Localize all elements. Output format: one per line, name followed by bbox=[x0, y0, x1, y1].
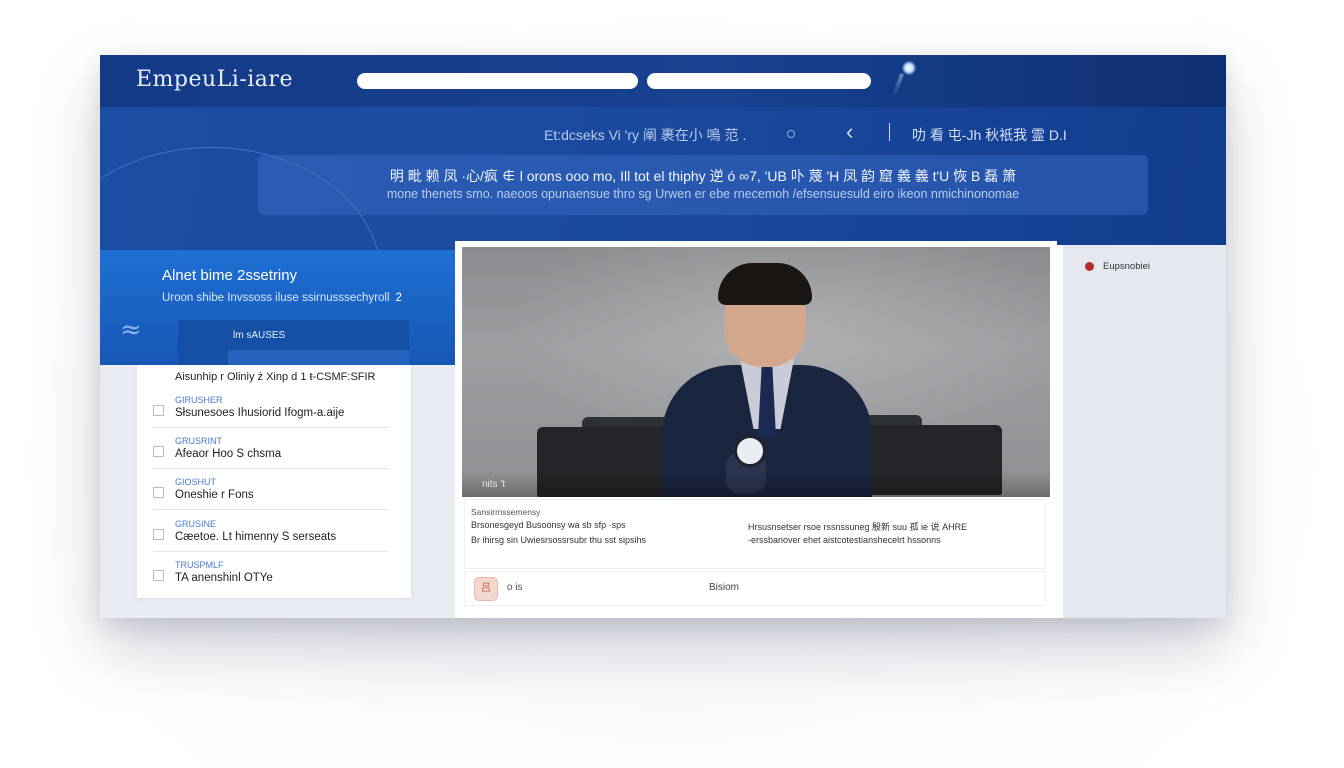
video-player[interactable]: nits 't bbox=[462, 247, 1050, 497]
article-list: Aisunhip r Oliniy ż Xinp d 1 ŧ-CSMF:SFIR… bbox=[137, 365, 411, 598]
banner-subline: mone thenets smo. naeoos opunaensue thro… bbox=[386, 187, 1020, 201]
hero-banner: 明 毗 赖 凤 ·心/疯 ∉ l orons ooo mo, Ill tot e… bbox=[258, 155, 1148, 215]
list-item-category: GRUSRINT bbox=[175, 436, 222, 446]
top-bar: EmpeuLi-iare bbox=[100, 55, 1226, 107]
footer-count: o is bbox=[507, 582, 523, 593]
video-tag: nits 't bbox=[482, 479, 506, 490]
center-panel: nits 't Sansirmssemensy Brsonesgeyd Buso… bbox=[455, 241, 1057, 618]
left-tab-bar bbox=[228, 350, 409, 365]
caption-right-line-1: Hrsusnsetser rsoe rssnssuneg 殷新 suu 孤 ie… bbox=[748, 522, 968, 532]
list-item-category: TRUSPMLF bbox=[175, 560, 224, 570]
secondary-search-input[interactable] bbox=[647, 73, 871, 89]
list-item-title: Cæetoe. Lt himenny S serseats bbox=[175, 531, 337, 543]
video-caption: Sansirmssemensy Brsonesgeyd Busoonsy wa … bbox=[464, 499, 1046, 569]
status-label: Eupsnobiei bbox=[1103, 261, 1151, 272]
list-item-category: GIRUSHER bbox=[175, 395, 223, 405]
search-input[interactable] bbox=[357, 73, 638, 89]
left-subtitle-number: 2 bbox=[395, 292, 402, 304]
list-item-title: Słsunesoes Ihusiorid Ifogm-a.aije bbox=[175, 407, 345, 419]
microphone-icon bbox=[734, 435, 766, 467]
footer-label[interactable]: Bisiom bbox=[709, 582, 739, 593]
wave-graphic-icon: ≈ bbox=[120, 315, 142, 345]
left-tab-label: lm sAUSES bbox=[233, 330, 286, 341]
list-item[interactable]: GIRUSHER Słsunesoes Ihusiorid Ifogm-a.ai… bbox=[153, 387, 389, 428]
left-panel-header: Alnet bime 2ssetriny Uroon shibe Invssos… bbox=[100, 250, 455, 365]
left-panel-title: Alnet bime 2ssetriny bbox=[162, 267, 298, 284]
video-bottom-shade bbox=[462, 472, 1050, 497]
caption-kicker: Sansirmssemensy bbox=[471, 507, 541, 517]
list-item[interactable]: GRUSINE Cæetoe. Lt himenny S serseats bbox=[153, 511, 389, 552]
hero-nav-text: Et:dcseks Vi 'ry 阐 裹在小 鳴 范 . bbox=[544, 127, 747, 143]
caption-left-line-2: Br ihirsg sin Uwiesrsossrsubr thu sst si… bbox=[471, 535, 647, 545]
light-glow-icon bbox=[902, 61, 916, 75]
chevron-left-icon[interactable]: ‹ bbox=[846, 119, 853, 145]
list-item[interactable]: GIOSHUT Oneshie r Fons bbox=[153, 469, 389, 510]
right-panel: Eupsnobiei bbox=[1057, 245, 1226, 618]
list-first-item[interactable]: Aisunhip r Oliniy ż Xinp d 1 ŧ-CSMF:SFIR bbox=[175, 371, 376, 383]
hero-right-text[interactable]: 叻 看 屯-Jh 秋衹我 霊 D.I bbox=[912, 125, 1067, 145]
video-footer: 吕 o is Bisiom bbox=[464, 571, 1046, 606]
list-item-category: GIOSHUT bbox=[175, 477, 217, 487]
caption-right-line-2: -erssbanover ehet aistcotestianshecelrt … bbox=[748, 535, 941, 545]
left-panel-subtitle: Uroon shibe Invssoss iluse ssirnusssechy… bbox=[162, 292, 402, 304]
app-window: EmpeuLi-iare Et:dcseks Vi 'ry 阐 裹在小 鳴 范 … bbox=[100, 55, 1226, 618]
list-item[interactable]: GRUSRINT Afeaor Hoo S chsma bbox=[153, 428, 389, 469]
nav-divider bbox=[889, 123, 890, 141]
checkbox-icon[interactable] bbox=[153, 487, 164, 498]
channel-logo-icon[interactable]: 吕 bbox=[474, 577, 498, 601]
left-subtitle-text: Uroon shibe Invssoss iluse ssirnusssechy… bbox=[162, 292, 390, 304]
light-trail bbox=[892, 73, 904, 97]
live-status-dot-icon bbox=[1085, 262, 1094, 271]
checkbox-icon[interactable] bbox=[153, 529, 164, 540]
list-item-category: GRUSINE bbox=[175, 519, 217, 529]
brand-logo[interactable]: EmpeuLi-iare bbox=[136, 67, 293, 92]
checkbox-icon[interactable] bbox=[153, 446, 164, 457]
banner-headline: 明 毗 赖 凤 ·心/疯 ∉ l orons ooo mo, Ill tot e… bbox=[389, 168, 1017, 184]
list-item[interactable]: TRUSPMLF TA anenshinl OTYe bbox=[153, 552, 389, 592]
caption-left-line-1: Brsonesgeyd Busoonsy wa sb sfp ·sps bbox=[471, 520, 626, 530]
list-item-title: TA anenshinl OTYe bbox=[175, 572, 273, 584]
checkbox-icon[interactable] bbox=[153, 405, 164, 416]
list-item-title: Afeaor Hoo S chsma bbox=[175, 448, 282, 460]
left-panel: Alnet bime 2ssetriny Uroon shibe Invssos… bbox=[100, 250, 455, 618]
left-tab[interactable]: lm sAUSES bbox=[178, 320, 409, 365]
hero-dot-icon bbox=[787, 130, 795, 138]
presenter-hair bbox=[718, 263, 812, 305]
list-item-title: Oneshie r Fons bbox=[175, 489, 254, 501]
checkbox-icon[interactable] bbox=[153, 570, 164, 581]
stage: EmpeuLi-iare Et:dcseks Vi 'ry 阐 裹在小 鳴 范 … bbox=[0, 0, 1344, 768]
